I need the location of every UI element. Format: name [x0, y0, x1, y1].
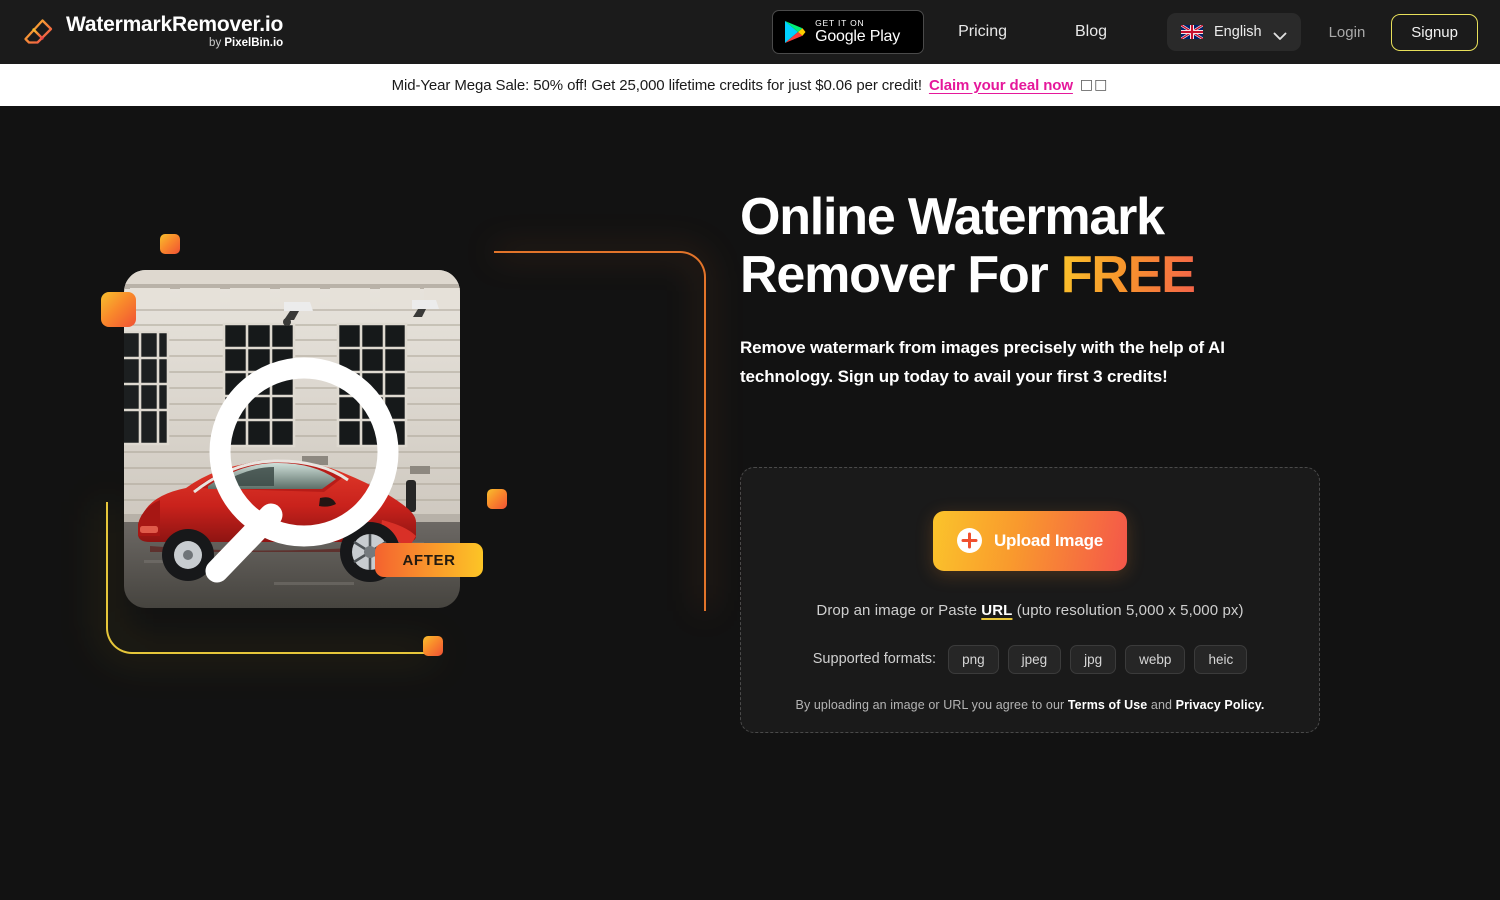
terms-prefix: By uploading an image or URL you agree t… — [795, 697, 1068, 712]
headline-line-2: Remover For — [740, 246, 1061, 305]
promo-banner: Mid-Year Mega Sale: 50% off! Get 25,000 … — [0, 64, 1500, 106]
brand-logo[interactable]: WatermarkRemover.io by PixelBin.io — [22, 14, 283, 50]
google-play-label: Google Play — [815, 28, 901, 46]
nav-pricing[interactable]: Pricing — [958, 15, 1007, 49]
decorative-square-1 — [160, 234, 180, 254]
privacy-policy-link[interactable]: Privacy Policy. — [1176, 698, 1265, 712]
language-selector[interactable]: English — [1167, 13, 1301, 51]
format-chip-jpg[interactable]: jpg — [1070, 644, 1117, 674]
format-chip-heic[interactable]: heic — [1194, 644, 1248, 674]
hero-subheadline: Remove watermark from images precisely w… — [740, 338, 1225, 386]
drop-suffix: (upto resolution 5,000 x 5,000 px) — [1012, 601, 1244, 619]
hero-illustration: AFTER — [90, 224, 730, 784]
terms-of-use-link[interactable]: Terms of Use — [1068, 698, 1147, 712]
chevron-down-icon — [1273, 28, 1287, 40]
hero-copy: Online Watermark Remover For FREE Remove… — [730, 176, 1330, 733]
promo-text: Mid-Year Mega Sale: 50% off! Get 25,000 … — [391, 76, 922, 94]
upload-dropzone[interactable]: Upload Image Drop an image or Paste URL … — [740, 466, 1320, 733]
after-badge: AFTER — [375, 543, 483, 577]
uk-flag-icon — [1180, 23, 1204, 41]
header-nav: GET IT ON Google Play Pricing Blog Engli… — [772, 10, 1478, 54]
google-play-small-label: GET IT ON — [815, 17, 865, 28]
headline-line-1: Online Watermark — [740, 188, 1165, 246]
brand-name: WatermarkRemover.io — [66, 13, 284, 37]
google-play-badge[interactable]: GET IT ON Google Play — [772, 10, 925, 54]
login-button[interactable]: Login — [1329, 24, 1366, 41]
format-chip-webp[interactable]: webp — [1125, 644, 1186, 674]
supported-formats: Supported formats: png jpeg jpg webp hei… — [812, 644, 1248, 674]
language-label: English — [1214, 24, 1262, 40]
format-chip-jpeg[interactable]: jpeg — [1007, 644, 1062, 674]
decorative-square-4 — [423, 636, 443, 656]
google-play-icon — [784, 20, 806, 44]
decorative-square-2 — [101, 292, 136, 327]
site-header: WatermarkRemover.io by PixelBin.io GET I… — [0, 0, 1500, 64]
terms-conjunction: and — [1147, 697, 1176, 712]
drop-instruction: Drop an image or Paste URL (upto resolut… — [816, 602, 1243, 619]
nav-blog[interactable]: Blog — [1075, 15, 1107, 49]
drop-prefix: Drop an image or Paste — [816, 601, 982, 619]
format-chip-png[interactable]: png — [948, 644, 999, 674]
headline-highlight: FREE — [1060, 246, 1196, 305]
main-content: AFTER Online Watermark Remover For FREE … — [0, 106, 1500, 900]
supported-formats-label: Supported formats: — [812, 651, 937, 668]
brand-byline: by PixelBin.io — [209, 37, 284, 50]
plus-icon — [956, 528, 982, 554]
paste-url-link[interactable]: URL — [981, 602, 1012, 619]
decorative-square-3 — [487, 489, 507, 509]
terms-notice: By uploading an image or URL you agree t… — [796, 698, 1265, 712]
decorative-frame-top-right — [494, 251, 706, 611]
eraser-logo-icon — [22, 15, 56, 49]
page-title: Online Watermark Remover For FREE — [740, 188, 1330, 304]
signup-button[interactable]: Signup — [1391, 13, 1478, 51]
promo-emoji-icon: □□ — [1079, 77, 1109, 93]
upload-image-button[interactable]: Upload Image — [933, 510, 1127, 571]
magnifier-icon — [145, 339, 405, 609]
promo-claim-link[interactable]: Claim your deal now — [929, 77, 1073, 94]
upload-button-label: Upload Image — [993, 530, 1104, 550]
